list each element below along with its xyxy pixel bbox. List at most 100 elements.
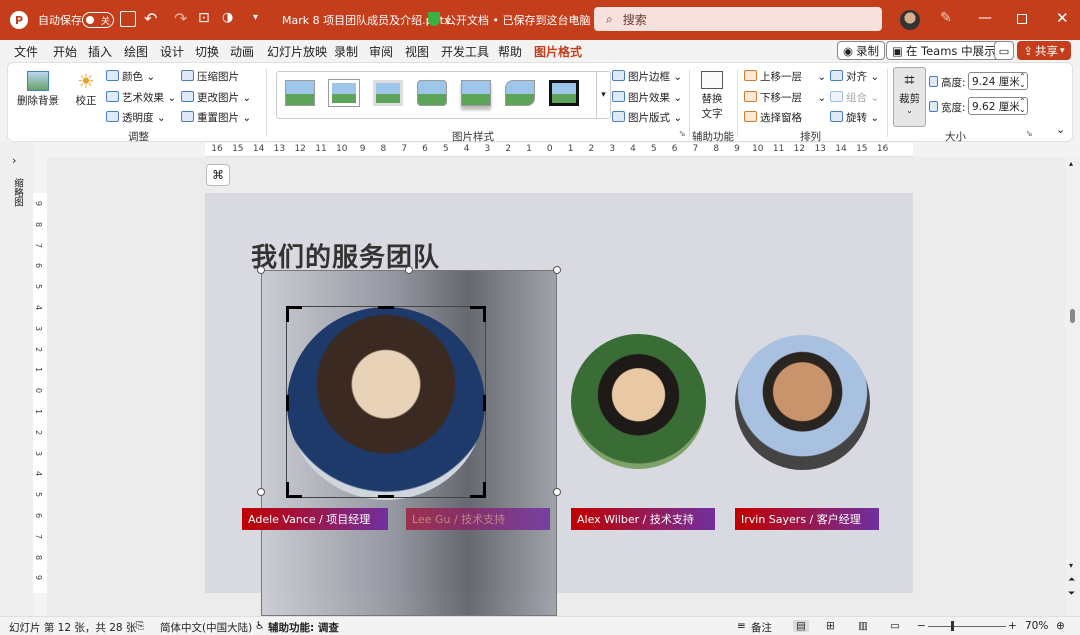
member-name-bar-1[interactable]: Adele Vance / 项目经理 (242, 508, 388, 530)
present-teams-button[interactable]: ▣ 在 Teams 中展示 (886, 41, 1002, 60)
member-name-bar-3[interactable]: Alex Wilber / 技术支持 (571, 508, 715, 530)
prev-slide-icon[interactable]: ⏶ (1068, 575, 1075, 585)
tab-picture-format[interactable]: 图片格式 (534, 43, 583, 64)
tab-file[interactable]: 文件 (14, 43, 38, 60)
redo-icon[interactable]: ↷ (174, 9, 187, 28)
accessibility-status[interactable]: 辅助功能: 调查 (268, 620, 339, 635)
tab-developer[interactable]: 开发工具 (441, 43, 489, 60)
picture-style-7[interactable] (549, 80, 579, 106)
comments-button[interactable]: ▭ (994, 41, 1014, 60)
copilot-icon[interactable]: ⌘ (206, 164, 230, 186)
customize-icon[interactable]: ◑ (222, 10, 233, 25)
zoom-slider[interactable] (928, 626, 1006, 627)
width-input[interactable]: 9.62 厘米 (968, 97, 1028, 115)
picture-style-1[interactable] (285, 80, 315, 106)
avatar[interactable] (900, 10, 920, 30)
slide-counter[interactable]: 幻灯片 第 12 张，共 28 张 (9, 620, 136, 635)
height-input[interactable]: 9.24 厘米 (968, 72, 1028, 90)
resize-handle-l[interactable] (257, 488, 265, 496)
record-button[interactable]: ◉ 录制 (837, 41, 886, 60)
member-name-bar-2[interactable]: Lee Gu / 技术支持 (406, 508, 550, 530)
undo-icon[interactable]: ↶ (144, 9, 157, 28)
qat-more-icon[interactable]: ▾ (253, 12, 258, 23)
picture-style-3[interactable] (373, 80, 403, 106)
picture-style-6[interactable] (505, 80, 535, 106)
picture-style-5[interactable] (461, 80, 491, 106)
zoom-in-icon[interactable]: + (1008, 620, 1017, 632)
remove-background-button[interactable]: 删除背景 (16, 69, 60, 119)
resize-handle-r[interactable] (553, 488, 561, 496)
corrections-button[interactable]: ☀ 校正 (72, 69, 100, 119)
zoom-out-icon[interactable]: − (917, 620, 926, 632)
spellcheck-icon[interactable]: ⎘ (136, 620, 144, 633)
group-button[interactable]: 组合 ⌄ (830, 90, 879, 105)
picture-border-button[interactable]: 图片边框 ⌄ (612, 69, 682, 84)
tab-help[interactable]: 帮助 (498, 43, 522, 60)
picture-layout-button[interactable]: 图片版式 ⌄ (612, 110, 682, 125)
chevron-down-icon[interactable]: ⌄ (572, 12, 580, 23)
expand-icon[interactable]: › (12, 154, 16, 167)
rotate-button[interactable]: 旋转 ⌄ (830, 110, 879, 125)
tab-home[interactable]: 开始 (53, 43, 77, 60)
language-indicator[interactable]: 简体中文(中国大陆) (160, 620, 252, 635)
align-button[interactable]: 对齐 ⌄ (830, 69, 879, 84)
tab-review[interactable]: 审阅 (369, 43, 393, 60)
tab-view[interactable]: 视图 (405, 43, 429, 60)
dialog-launcher-icon[interactable]: ⬂ (1026, 129, 1033, 138)
tab-insert[interactable]: 插入 (88, 43, 112, 60)
tab-design[interactable]: 设计 (160, 43, 184, 60)
doc-title[interactable]: Mark 8 项目团队成员及介绍.pptx (282, 12, 450, 28)
notes-icon[interactable]: ≡ (737, 620, 746, 632)
resize-handle-tl[interactable] (257, 266, 265, 274)
member-photo-irvin[interactable] (735, 335, 870, 470)
tab-record[interactable]: 录制 (334, 43, 358, 60)
tab-draw[interactable]: 绘图 (124, 43, 148, 60)
send-backward-button[interactable]: 下移一层 ⌄ (744, 90, 826, 105)
pen-icon[interactable]: ✎ (940, 10, 952, 26)
tab-animations[interactable]: 动画 (230, 43, 254, 60)
notes-button[interactable]: 备注 (751, 620, 772, 635)
thumbnail-pane-collapsed[interactable]: › 缩略图 (0, 142, 33, 616)
close-icon[interactable]: ✕ (1056, 9, 1069, 27)
member-name-bar-4[interactable]: Irvin Sayers / 客户经理 (735, 508, 879, 530)
picture-style-4[interactable] (417, 80, 447, 106)
vertical-scrollbar[interactable]: ▴ ▾ ⏶ ⏷ (1065, 157, 1080, 616)
bring-forward-button[interactable]: 上移一层 ⌄ (744, 69, 826, 84)
tab-slideshow[interactable]: 幻灯片放映 (267, 43, 327, 60)
dialog-launcher-icon[interactable]: ⬂ (679, 129, 686, 138)
scroll-thumb[interactable] (1070, 309, 1075, 323)
zoom-level[interactable]: 70% (1025, 620, 1048, 632)
resize-handle-t[interactable] (405, 266, 413, 274)
fit-slide-icon[interactable]: ⊕ (1056, 620, 1065, 632)
alt-text-button[interactable]: 替换 文字 (698, 69, 726, 124)
selection-pane-button[interactable]: 选择窗格 (744, 110, 802, 125)
gallery-more-icon[interactable]: ▾ (596, 72, 610, 118)
slide-sorter-icon[interactable]: ⊞ (826, 620, 835, 632)
autosave-toggle[interactable]: 关 (82, 12, 114, 28)
resize-handle-tr[interactable] (553, 266, 561, 274)
tab-transitions[interactable]: 切换 (195, 43, 219, 60)
picture-style-2[interactable] (329, 80, 359, 106)
zoom-slider-thumb[interactable] (951, 621, 954, 631)
maximize-icon[interactable] (1017, 14, 1027, 24)
save-icon[interactable] (120, 11, 136, 27)
slideshow-view-icon[interactable]: ▭ (890, 620, 900, 632)
scroll-down-icon[interactable]: ▾ (1069, 561, 1073, 570)
color-button[interactable]: 颜色 ⌄ (106, 69, 155, 84)
member-photo-alex[interactable] (571, 334, 706, 469)
minimize-icon[interactable]: — (978, 10, 992, 26)
next-slide-icon[interactable]: ⏷ (1068, 589, 1075, 599)
normal-view-icon[interactable]: ▤ (793, 620, 809, 632)
transparency-button[interactable]: 透明度 ⌄ (106, 110, 166, 125)
scroll-up-icon[interactable]: ▴ (1069, 159, 1073, 168)
search-box[interactable]: ⌕ 搜索 (594, 7, 882, 31)
share-button[interactable]: ⇪ 共享 ▾ (1017, 41, 1071, 60)
reset-picture-button[interactable]: 重置图片 ⌄ (181, 110, 251, 125)
doc-status[interactable]: 公开文档 • 已保存到这台电脑 (445, 12, 590, 28)
change-picture-button[interactable]: 更改图片 ⌄ (181, 90, 251, 105)
compress-pictures-button[interactable]: 压缩图片 (181, 69, 239, 84)
collapse-ribbon-icon[interactable]: ⌄ (1056, 123, 1065, 136)
artistic-effects-button[interactable]: 艺术效果 ⌄ (106, 90, 176, 105)
accessibility-icon[interactable]: ♿ (255, 620, 264, 632)
crop-button[interactable]: ⌗ 裁剪 ⌄ (893, 67, 926, 127)
